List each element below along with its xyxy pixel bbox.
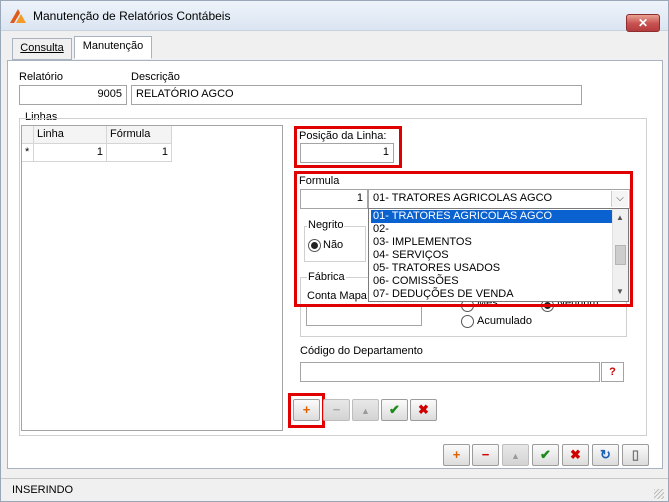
relatorio-input[interactable]: 9005: [19, 85, 127, 105]
refresh-button[interactable]: ↻: [592, 444, 619, 466]
close-icon: ✕: [637, 16, 649, 30]
lookup-icon: ?: [609, 366, 616, 378]
status-text: INSERINDO: [12, 484, 74, 496]
plus-icon: +: [452, 447, 461, 462]
relatorio-label: Relatório: [19, 71, 64, 83]
linhas-grid[interactable]: Linha Fórmula * 1 1: [21, 125, 283, 431]
tab-manutencao[interactable]: Manutenção: [74, 36, 152, 59]
tab-manutencao-label: Manutenção: [82, 40, 144, 52]
check-icon: ✔: [389, 402, 400, 417]
add-line-highlight-box: [288, 393, 325, 428]
grid-corner: [22, 126, 34, 144]
grid-header-linha[interactable]: Linha: [34, 126, 107, 144]
grid-cell-linha[interactable]: 1: [34, 144, 107, 162]
check-icon: ✔: [540, 447, 551, 462]
cross-icon: ✖: [418, 402, 429, 417]
up-icon: ▲: [511, 451, 520, 461]
move-up-button[interactable]: ▲: [502, 444, 529, 466]
minus-icon: −: [481, 447, 490, 462]
departamento-input[interactable]: [300, 362, 600, 382]
acumulado-label: Acumulado: [477, 315, 533, 327]
departamento-label: Código do Departamento: [300, 345, 423, 357]
tab-consulta[interactable]: Consulta: [12, 38, 72, 60]
descricao-input[interactable]: RELATÓRIO AGCO: [131, 85, 582, 105]
grid-cell-formula[interactable]: 1: [107, 144, 172, 162]
minus-icon: −: [332, 402, 341, 417]
remove-line-button[interactable]: −: [323, 399, 350, 421]
cancel-line-button[interactable]: ✖: [410, 399, 437, 421]
descricao-label: Descrição: [131, 71, 180, 83]
exit-door-icon: ▯: [631, 447, 640, 462]
main-window: Manutenção de Relatórios Contábeis ✕ Con…: [0, 0, 669, 502]
cross-icon: ✖: [570, 447, 581, 462]
save-record-button[interactable]: ✔: [532, 444, 559, 466]
status-bar: INSERINDO: [1, 478, 668, 501]
formula-highlight-box: [294, 171, 633, 307]
tab-consulta-label: Consulta: [20, 42, 64, 54]
acumulado-radio[interactable]: [461, 315, 474, 328]
title-bar: Manutenção de Relatórios Contábeis: [1, 1, 668, 31]
conta-mapa-input[interactable]: [306, 306, 422, 326]
cancel-record-button[interactable]: ✖: [562, 444, 589, 466]
grid-row-marker: *: [22, 144, 34, 162]
lookup-button[interactable]: ?: [601, 362, 624, 382]
close-button[interactable]: ✕: [626, 14, 660, 32]
grid-header-formula[interactable]: Fórmula: [107, 126, 172, 144]
exit-button[interactable]: ▯: [622, 444, 649, 466]
window-title: Manutenção de Relatórios Contábeis: [33, 9, 231, 23]
move-line-up-button[interactable]: ▲: [352, 399, 379, 421]
posicao-highlight-box: [294, 126, 402, 168]
up-icon: ▲: [361, 406, 370, 416]
delete-record-button[interactable]: −: [472, 444, 499, 466]
refresh-icon: ↻: [600, 447, 611, 462]
app-logo-icon: [10, 9, 26, 23]
confirm-line-button[interactable]: ✔: [381, 399, 408, 421]
add-record-button[interactable]: +: [443, 444, 470, 466]
resize-grip-icon[interactable]: [654, 489, 664, 499]
